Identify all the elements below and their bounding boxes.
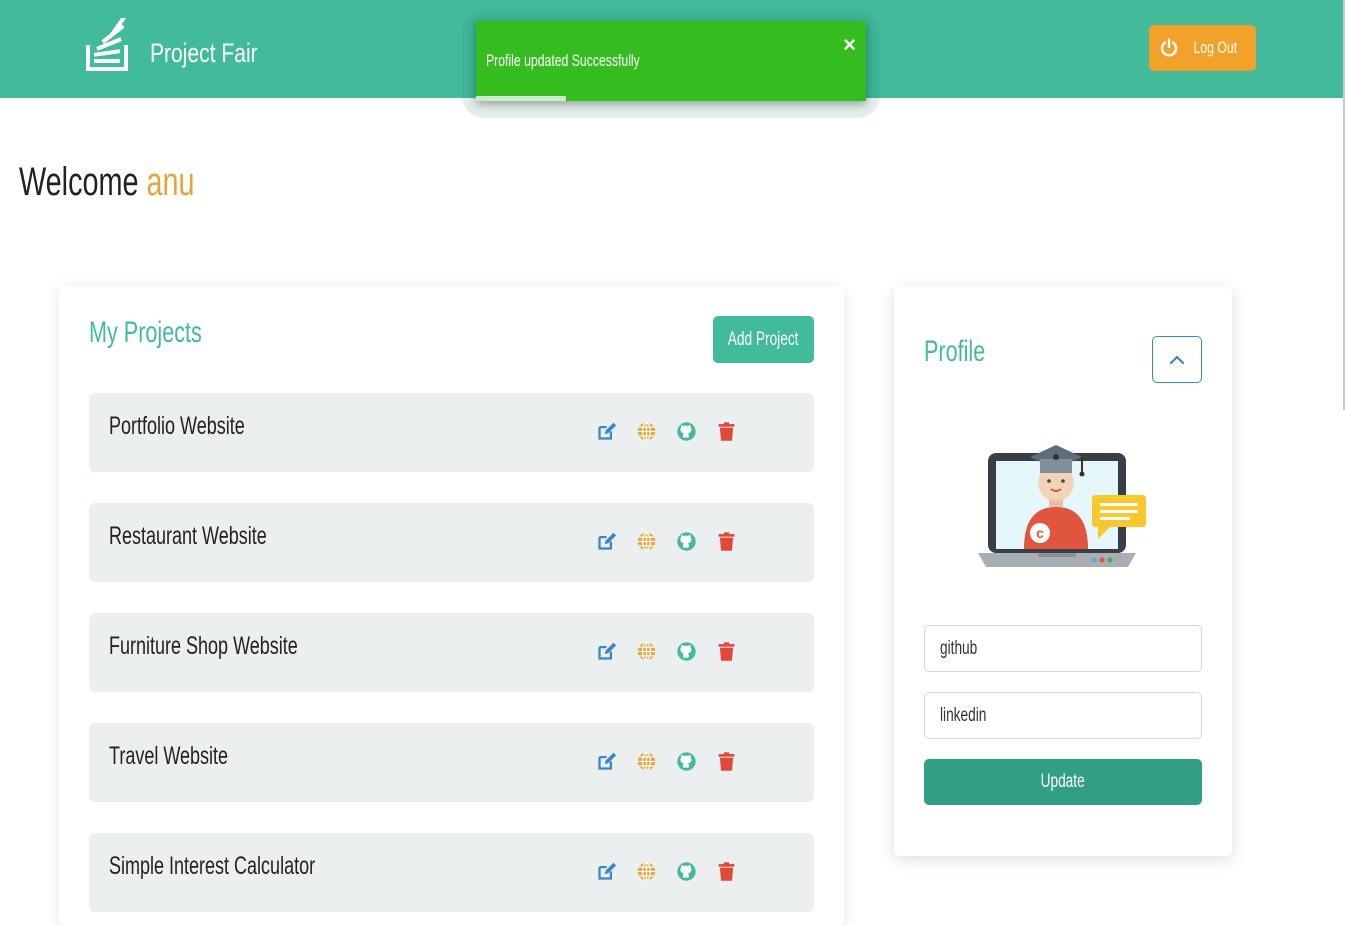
- profile-avatar-illustration: c: [978, 445, 1146, 567]
- collapse-profile-button[interactable]: [1152, 336, 1202, 383]
- projects-title: My Projects: [89, 316, 202, 349]
- project-row: Portfolio Website: [89, 393, 814, 472]
- project-actions: [596, 751, 737, 772]
- profile-title: Profile: [924, 335, 986, 368]
- github-field-value: github: [940, 638, 978, 659]
- github-icon[interactable]: [676, 861, 697, 882]
- project-row: Restaurant Website: [89, 503, 814, 582]
- update-label: Update: [1040, 771, 1086, 792]
- globe-icon[interactable]: [636, 421, 657, 442]
- project-name: Restaurant Website: [109, 522, 267, 550]
- globe-icon[interactable]: [636, 641, 657, 662]
- toast-progress-bar: [476, 96, 566, 101]
- stack-logo-icon: [86, 18, 128, 71]
- project-name: Simple Interest Calculator: [109, 852, 316, 880]
- project-row: Simple Interest Calculator: [89, 833, 814, 912]
- project-name: Travel Website: [109, 742, 229, 770]
- toast-message: Profile updated Successfully: [486, 51, 640, 70]
- trash-icon[interactable]: [716, 751, 737, 772]
- svg-text:c: c: [1036, 525, 1044, 541]
- logout-label: Log Out: [1193, 38, 1238, 57]
- edit-icon[interactable]: [596, 861, 617, 882]
- logout-button[interactable]: Log Out: [1149, 25, 1256, 71]
- update-profile-button[interactable]: Update: [924, 759, 1202, 805]
- github-field[interactable]: github: [924, 625, 1202, 672]
- success-toast: Profile updated Successfully ×: [476, 21, 866, 101]
- my-projects-card: My Projects Add Project Portfolio Websit…: [59, 286, 844, 926]
- project-actions: [596, 641, 737, 662]
- trash-icon[interactable]: [716, 531, 737, 552]
- edit-icon[interactable]: [596, 421, 617, 442]
- add-project-label: Add Project: [728, 328, 799, 350]
- project-row: Furniture Shop Website: [89, 613, 814, 692]
- welcome-username: anu: [146, 160, 195, 204]
- project-actions: [596, 531, 737, 552]
- trash-icon[interactable]: [716, 641, 737, 662]
- project-actions: [596, 861, 737, 882]
- power-icon: [1161, 38, 1178, 57]
- profile-card: Profile c github linkedin Update: [894, 287, 1232, 856]
- project-name: Furniture Shop Website: [109, 632, 298, 660]
- edit-icon[interactable]: [596, 641, 617, 662]
- edit-icon[interactable]: [596, 531, 617, 552]
- brand-name[interactable]: Project Fair: [150, 38, 258, 69]
- github-icon[interactable]: [676, 641, 697, 662]
- github-icon[interactable]: [676, 751, 697, 772]
- linkedin-field-value: linkedin: [940, 705, 987, 726]
- edit-icon[interactable]: [596, 751, 617, 772]
- globe-icon[interactable]: [636, 861, 657, 882]
- project-name: Portfolio Website: [109, 412, 245, 440]
- welcome-heading: Welcome anu: [19, 160, 195, 205]
- welcome-greeting: Welcome: [19, 160, 139, 204]
- close-icon[interactable]: ×: [843, 34, 856, 56]
- trash-icon[interactable]: [716, 861, 737, 882]
- add-project-button[interactable]: Add Project: [713, 316, 814, 363]
- globe-icon[interactable]: [636, 751, 657, 772]
- github-icon[interactable]: [676, 421, 697, 442]
- globe-icon[interactable]: [636, 531, 657, 552]
- brand-logo[interactable]: [84, 18, 130, 74]
- project-actions: [596, 421, 737, 442]
- linkedin-field[interactable]: linkedin: [924, 692, 1202, 739]
- chevron-up-icon: [1169, 355, 1185, 364]
- project-row: Travel Website: [89, 723, 814, 802]
- trash-icon[interactable]: [716, 421, 737, 442]
- github-icon[interactable]: [676, 531, 697, 552]
